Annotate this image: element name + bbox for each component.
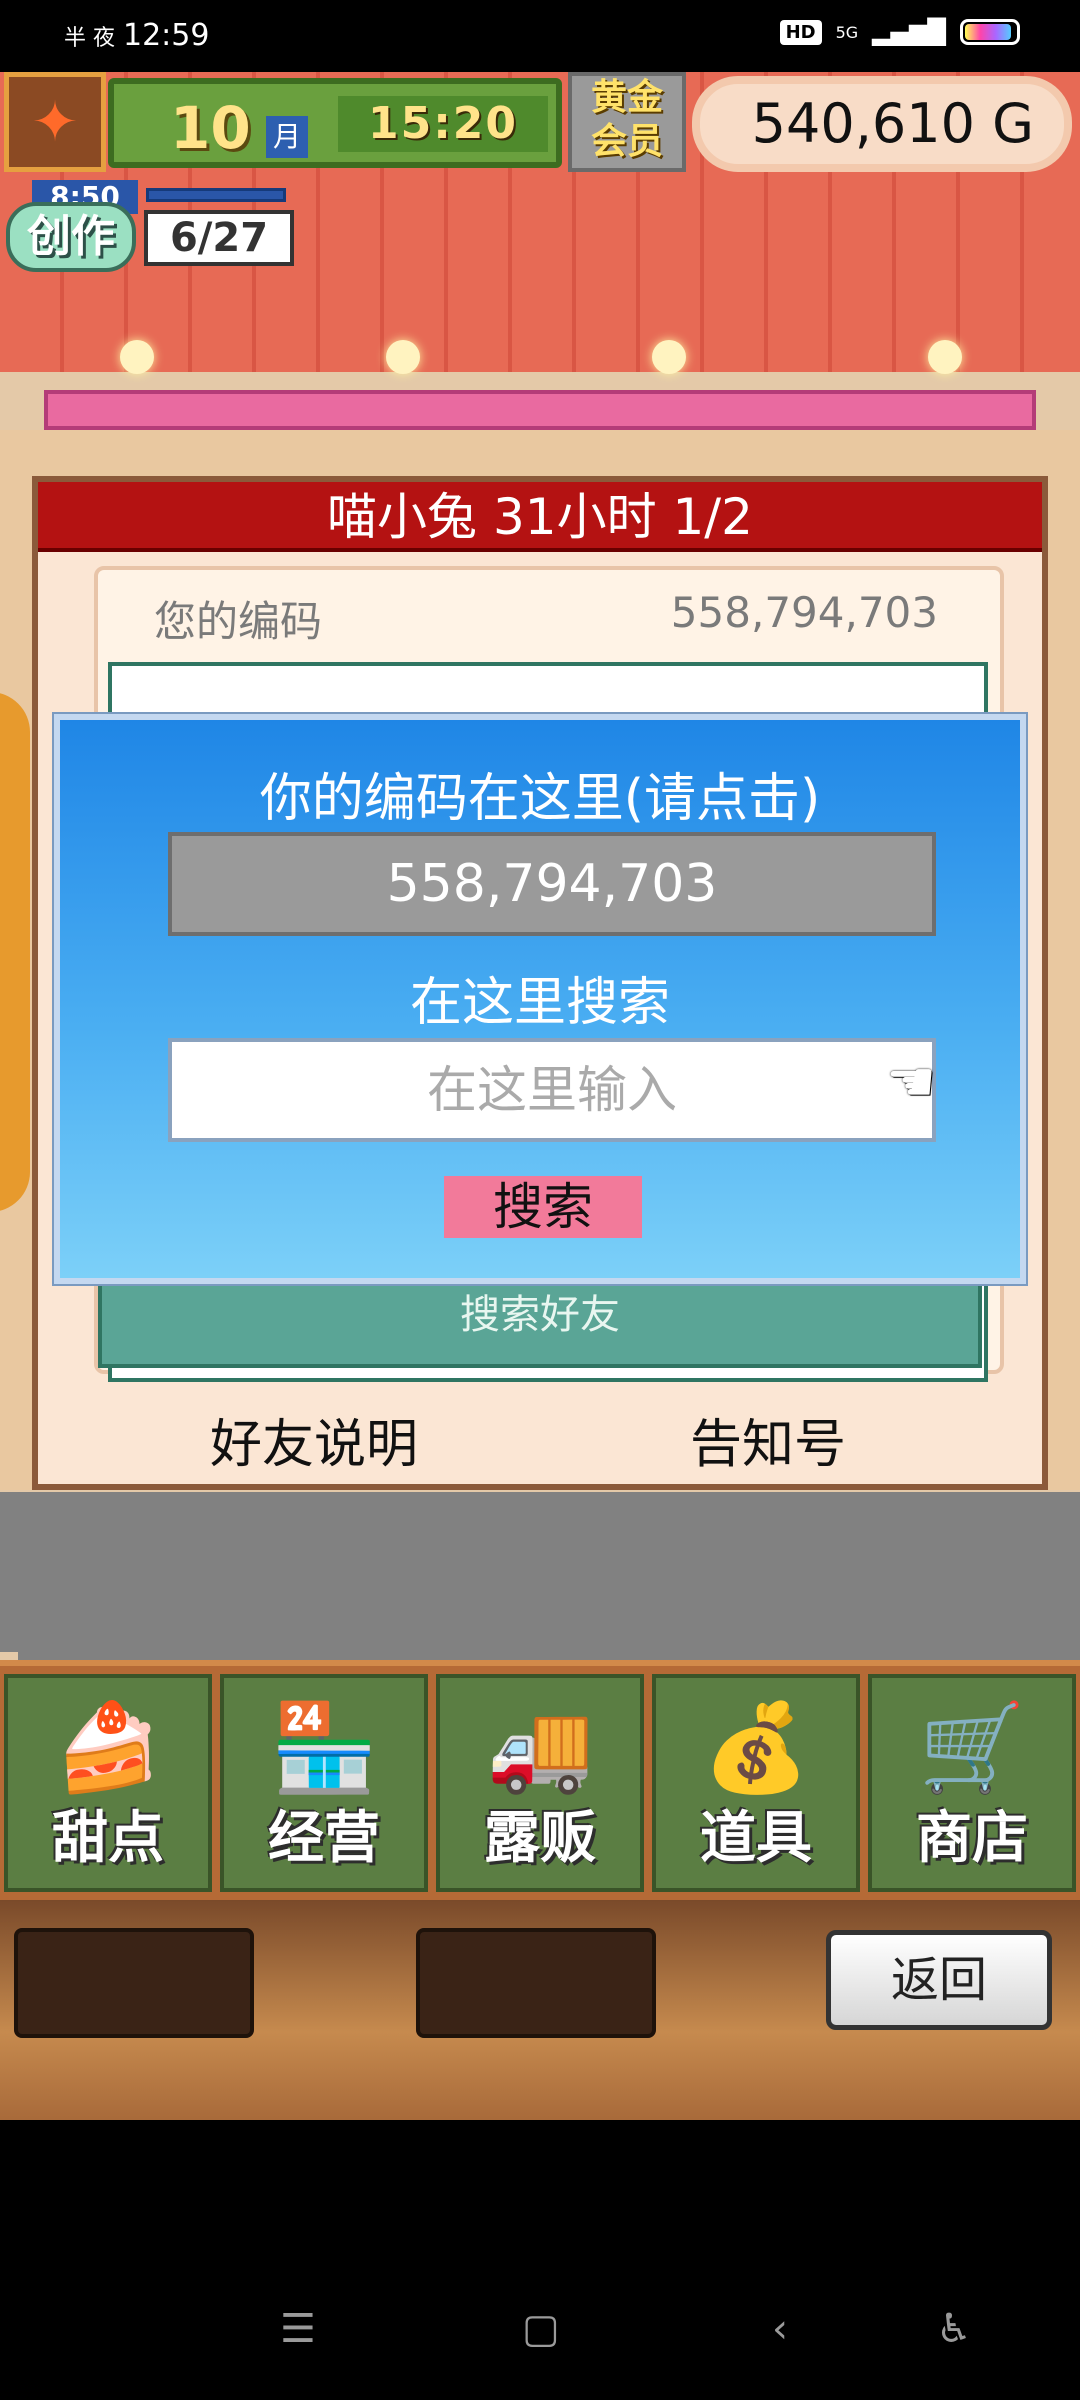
month-value: 10	[170, 94, 251, 162]
system-nav-bar: ☰ ▢ ‹ ♿	[0, 2120, 1080, 2400]
menu-label: 经营	[268, 1806, 380, 1871]
status-icons: HD 5G ▂▄▆█	[779, 18, 1020, 46]
date-panel: 10 月 15:20	[108, 78, 562, 168]
battery-icon	[960, 19, 1020, 45]
create-widget[interactable]: 8:50 创作 6/27	[6, 180, 294, 276]
pointing-hand-icon: ☚	[886, 1050, 937, 1115]
gold-member-badge[interactable]: 黄金 会员	[568, 72, 686, 172]
item-bag-icon: 💰	[702, 1698, 810, 1798]
empty-slot	[416, 1928, 656, 2038]
status-clock: 12:59	[123, 18, 210, 53]
empty-slot	[14, 1928, 254, 2038]
status-bar: 半 夜 12:59 HD 5G ▂▄▆█	[0, 0, 1080, 72]
status-time: 半 夜 12:59	[64, 18, 209, 53]
food-truck-icon: 🚚	[486, 1698, 594, 1798]
friend-help-button[interactable]: 好友说明	[210, 1402, 418, 1477]
shop-icon: 🏪	[270, 1698, 378, 1798]
lamp-icon	[386, 340, 420, 374]
signal-icon: ▂▄▆█	[872, 18, 946, 46]
my-code-copy-button[interactable]: 558,794,703	[168, 832, 936, 936]
home-icon[interactable]: ▢	[522, 2306, 560, 2352]
money-display: 540,610 G	[692, 76, 1072, 172]
back-icon[interactable]: ‹	[772, 2306, 788, 2352]
menu-icon[interactable]: ☰	[280, 2306, 316, 2352]
game-clock: 15:20	[338, 96, 548, 152]
member-line-2: 会员	[590, 121, 663, 162]
create-label: 创作	[6, 202, 136, 272]
lamp-icon	[120, 340, 154, 374]
network-icon: 5G	[835, 22, 859, 42]
search-input[interactable]	[168, 1038, 936, 1142]
menu-dessert[interactable]: 🍰 甜点	[4, 1674, 212, 1892]
create-progress-bar	[146, 188, 286, 202]
search-button[interactable]: 搜索	[444, 1176, 642, 1238]
my-code-value: 558,794,703	[670, 588, 938, 637]
lamp-icon	[928, 340, 962, 374]
month-unit: 月	[266, 116, 308, 158]
menu-manage[interactable]: 🏪 经营	[220, 1674, 428, 1892]
menu-label: 甜点	[52, 1806, 164, 1871]
bottom-menu: 🍰 甜点 🏪 经营 🚚 露贩 💰 道具 🛒 商店	[0, 1660, 1080, 1900]
shop-awning	[44, 390, 1036, 430]
menu-label: 露贩	[484, 1806, 596, 1871]
bottom-bar: 返回	[0, 1900, 1080, 2120]
notice-number-button[interactable]: 告知号	[690, 1402, 846, 1477]
member-line-1: 黄金	[590, 77, 663, 118]
accessibility-icon[interactable]: ♿	[936, 2306, 972, 2352]
search-label: 在这里搜索	[409, 973, 670, 1033]
back-button[interactable]: 返回	[826, 1930, 1052, 2030]
autumn-tree	[0, 692, 30, 1212]
lamp-icon	[652, 340, 686, 374]
dialog-title: 你的编码在这里(请点击)	[259, 769, 821, 829]
search-dialog: 你的编码在这里(请点击) 558,794,703 在这里搜索 ☚ 搜索	[54, 714, 1026, 1284]
menu-items[interactable]: 💰 道具	[652, 1674, 860, 1892]
hd-badge: HD	[779, 19, 822, 45]
menu-food-truck[interactable]: 🚚 露贩	[436, 1674, 644, 1892]
cake-icon: 🍰	[54, 1698, 162, 1798]
menu-label: 商店	[916, 1806, 1028, 1871]
panel-title: 喵小兔 31小时 1/2	[38, 482, 1042, 552]
maple-leaf-icon[interactable]: ✦	[4, 72, 106, 172]
search-friend-button[interactable]: 搜索好友	[98, 1280, 982, 1368]
status-left-icons: 半 夜	[64, 26, 115, 51]
menu-label: 道具	[700, 1806, 812, 1871]
shopping-cart-icon: 🛒	[918, 1698, 1026, 1798]
menu-store[interactable]: 🛒 商店	[868, 1674, 1076, 1892]
my-code-label: 您的编码	[154, 597, 323, 646]
my-code-row: 您的编码 558,794,703	[98, 570, 1008, 650]
create-count: 6/27	[144, 210, 294, 266]
